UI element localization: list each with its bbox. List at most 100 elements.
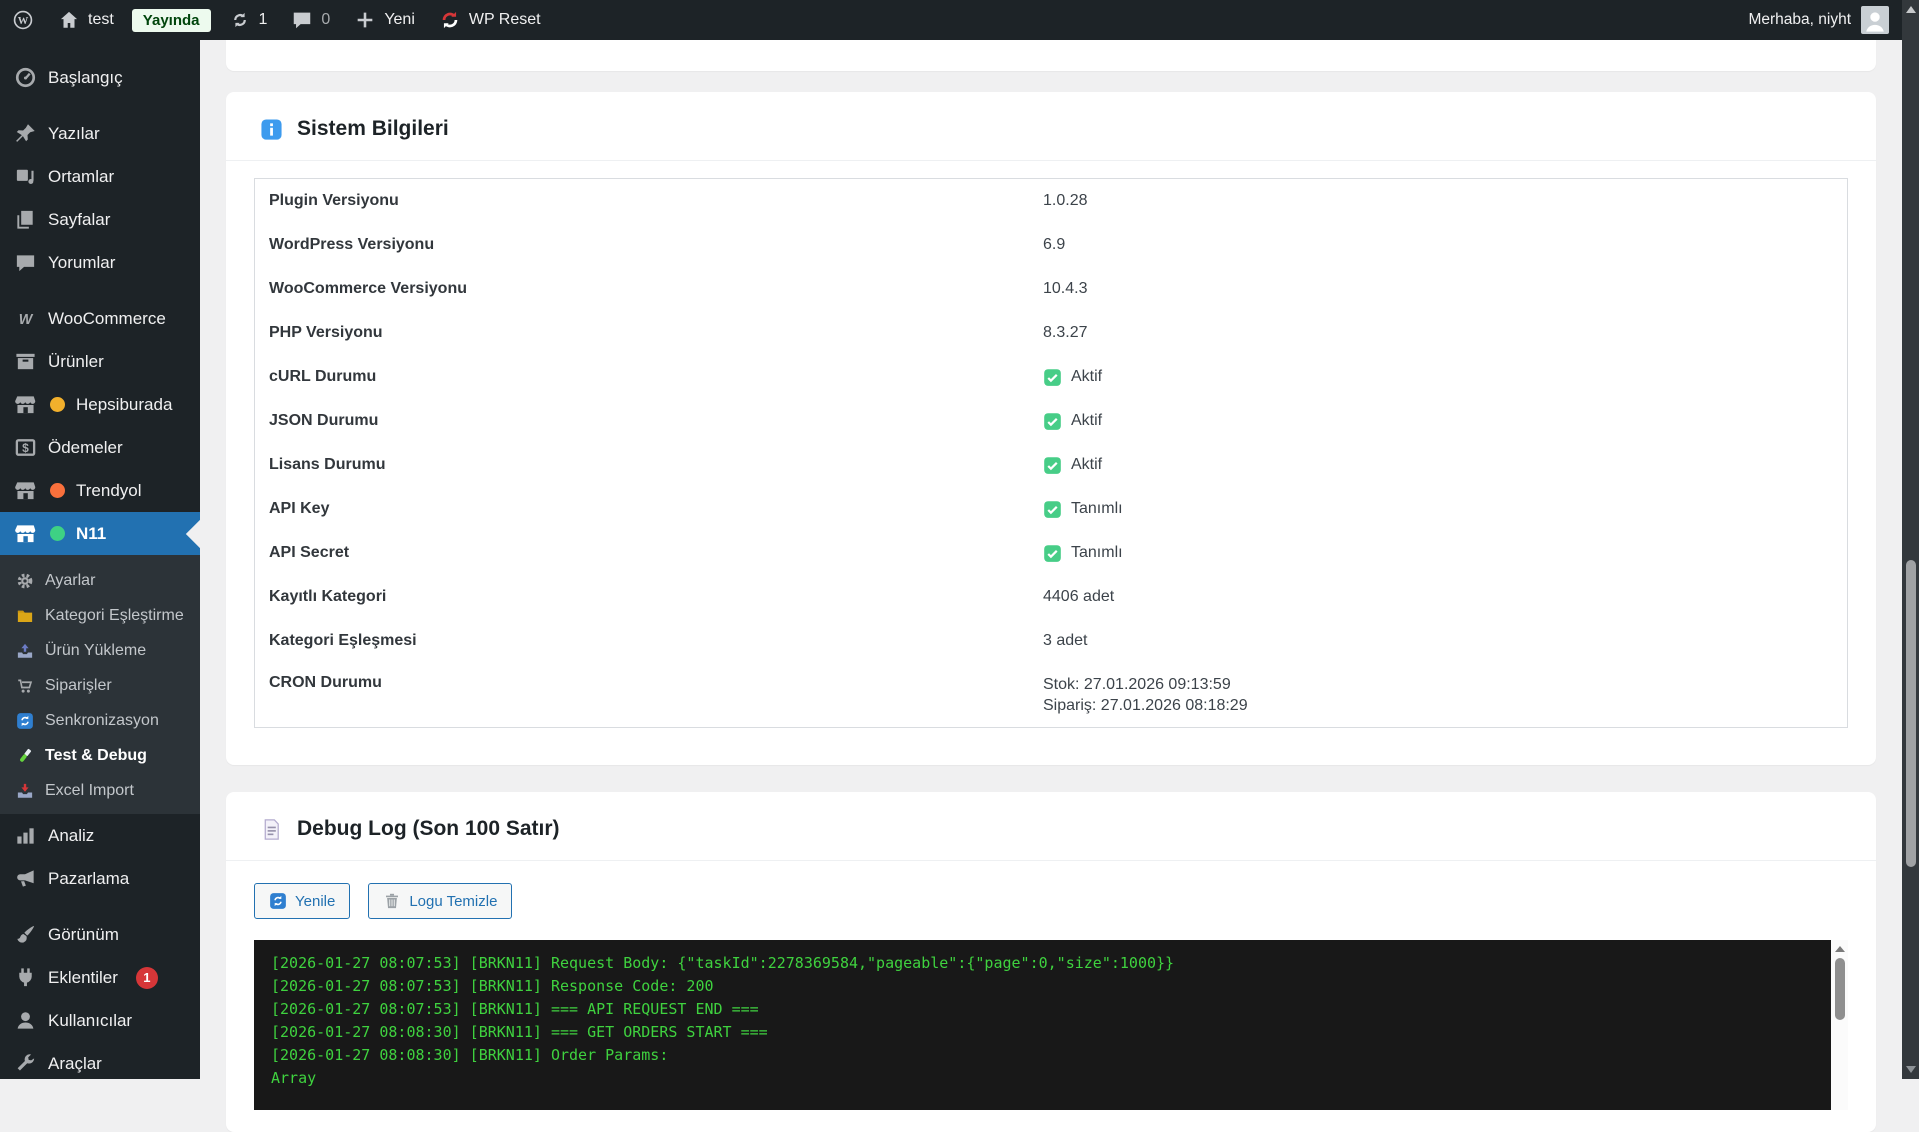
comments-icon	[14, 251, 37, 274]
svg-text:$: $	[22, 441, 29, 455]
row-label: WooCommerce Versiyonu	[269, 280, 467, 297]
terminal-scrollbar[interactable]	[1831, 940, 1848, 1110]
submenu-item-label: Ürün Yükleme	[45, 641, 147, 659]
page-scrollbar[interactable]	[1902, 0, 1919, 1079]
clear-log-button[interactable]: Logu Temizle	[368, 883, 513, 919]
debug-log-card: Debug Log (Son 100 Satır) Yenile Logu Te…	[226, 792, 1876, 1132]
row-value-text: Aktif	[1071, 368, 1103, 385]
sidebar-item-label: WooCommerce	[48, 308, 166, 328]
sidebar-item-label: Hepsiburada	[76, 394, 173, 414]
sync-icon	[269, 892, 287, 910]
folder-icon	[16, 607, 34, 625]
table-row: CRON Durumu Stok: 27.01.2026 09:13:59 Sipa…	[255, 663, 1847, 727]
sidebar-item-yazilar[interactable]: Yazılar	[0, 112, 200, 155]
sidebar-item-label: Sayfalar	[48, 209, 111, 229]
table-row: Kategori Eşleşmesi 3 adet	[255, 619, 1847, 663]
sidebar-item-yorumlar[interactable]: Yorumlar	[0, 241, 200, 284]
row-value-text: 1.0.28	[1043, 192, 1088, 209]
sidebar-item-odemeler[interactable]: $ Ödemeler	[0, 426, 200, 469]
marketplace-dot-icon	[50, 526, 65, 541]
sidebar-item-sayfalar[interactable]: Sayfalar	[0, 198, 200, 241]
refresh-log-label: Yenile	[295, 892, 336, 910]
updates-menu[interactable]: 1	[217, 0, 280, 40]
sidebar-item-urunler[interactable]: Ürünler	[0, 340, 200, 383]
gear-icon	[16, 572, 34, 590]
new-content-menu[interactable]: Yeni	[342, 0, 427, 40]
submenu-item-test-debug[interactable]: Test & Debug	[0, 738, 200, 773]
table-row: API Key Tanımlı	[255, 487, 1847, 531]
submenu-item-ayarlar[interactable]: Ayarlar	[0, 563, 200, 598]
table-row: JSON Durumu Aktif	[255, 399, 1847, 443]
row-value: Aktif	[1043, 456, 1102, 475]
clear-log-label: Logu Temizle	[409, 892, 498, 910]
submenu-item-excel-import[interactable]: Excel Import	[0, 773, 200, 808]
pages-icon	[14, 208, 37, 231]
products-icon	[14, 350, 37, 373]
sidebar-item-pazarlama[interactable]: Pazarlama	[0, 857, 200, 900]
row-label: CRON Durumu	[269, 674, 382, 691]
table-row: cURL Durumu Aktif	[255, 355, 1847, 399]
sidebar-item-eklentiler[interactable]: Eklentiler 1	[0, 956, 200, 999]
comments-menu[interactable]: 0	[279, 0, 342, 40]
row-value-text: Tanımlı	[1071, 544, 1123, 561]
check-icon	[1043, 412, 1062, 431]
row-value-text: 3 adet	[1043, 632, 1088, 649]
update-icon	[229, 9, 251, 31]
admin-menu: Başlangıç Yazılar Ortamlar Sayfalar Yorumlar…	[0, 40, 200, 1085]
update-count-badge: 1	[135, 966, 158, 989]
scroll-up-arrow-icon[interactable]	[1905, 6, 1916, 13]
check-icon	[1043, 456, 1062, 475]
n11-submenu: Ayarlar Kategori Eşleştirme Ürün Yükleme Si…	[0, 555, 200, 814]
refresh-log-button[interactable]: Yenile	[254, 883, 351, 919]
sidebar-item-hepsiburada[interactable]: Hepsiburada	[0, 383, 200, 426]
submenu-item-urun-yukleme[interactable]: Ürün Yükleme	[0, 633, 200, 668]
menu-separator	[0, 99, 200, 112]
page-scrollbar-thumb[interactable]	[1905, 560, 1916, 867]
row-label: Lisans Durumu	[269, 456, 386, 473]
media-icon	[14, 165, 37, 188]
submenu-item-label: Senkronizasyon	[45, 711, 159, 729]
check-icon	[1043, 544, 1062, 563]
debug-log-terminal[interactable]: [2026-01-27 08:07:53] [BRKN11] Request B…	[254, 940, 1848, 1110]
info-icon	[260, 118, 283, 141]
sidebar-item-label: Araçlar	[48, 1053, 102, 1073]
account-menu[interactable]: Merhaba, niyht	[1748, 6, 1919, 34]
posts-icon	[14, 122, 37, 145]
row-value: 6.9	[1043, 236, 1065, 254]
submenu-item-kategori-eslestirme[interactable]: Kategori Eşleştirme	[0, 598, 200, 633]
terminal-scrollbar-thumb[interactable]	[1834, 958, 1845, 1020]
row-value-text: 6.9	[1043, 236, 1066, 253]
row-value: Stok: 27.01.2026 09:13:59 Sipariş: 27.01.…	[1043, 674, 1248, 716]
scroll-down-arrow-icon[interactable]	[1905, 1066, 1916, 1073]
submenu-item-senkronizasyon[interactable]: Senkronizasyon	[0, 703, 200, 738]
submenu-item-label: Siparişler	[45, 676, 112, 694]
sidebar-item-trendyol[interactable]: Trendyol	[0, 469, 200, 512]
wp-reset-menu[interactable]: WP Reset	[427, 0, 553, 40]
site-menu[interactable]: test	[46, 0, 126, 40]
sidebar-item-woocommerce[interactable]: W WooCommerce	[0, 297, 200, 340]
wordpress-logo-icon: W	[12, 9, 34, 31]
menu-separator	[0, 284, 200, 297]
sync-icon	[16, 712, 34, 730]
row-label: Kategori Eşleşmesi	[269, 632, 417, 649]
test-tube-icon	[16, 747, 34, 765]
system-info-title: Sistem Bilgileri	[297, 117, 449, 140]
woocommerce-icon: W	[14, 307, 37, 330]
svg-text:W: W	[19, 312, 34, 328]
sidebar-item-ortamlar[interactable]: Ortamlar	[0, 155, 200, 198]
submenu-item-siparisler[interactable]: Siparişler	[0, 668, 200, 703]
table-row: PHP Versiyonu 8.3.27	[255, 311, 1847, 355]
marketplace-dot-icon	[50, 483, 65, 498]
row-value-text: Aktif	[1071, 412, 1103, 429]
wordpress-menu[interactable]: W	[0, 0, 46, 40]
sidebar-item-baslangic[interactable]: Başlangıç	[0, 56, 200, 99]
sidebar-item-n11[interactable]: N11	[0, 512, 200, 555]
row-value: 8.3.27	[1043, 324, 1087, 342]
orders-cart-icon	[16, 677, 34, 695]
row-label: Plugin Versiyonu	[269, 192, 399, 209]
payments-icon: $	[14, 436, 37, 459]
sidebar-item-kullanicilar[interactable]: Kullanıcılar	[0, 999, 200, 1042]
sidebar-item-gorunum[interactable]: Görünüm	[0, 913, 200, 956]
sidebar-item-analiz[interactable]: Analiz	[0, 814, 200, 857]
scroll-up-arrow-icon[interactable]	[1834, 946, 1845, 952]
